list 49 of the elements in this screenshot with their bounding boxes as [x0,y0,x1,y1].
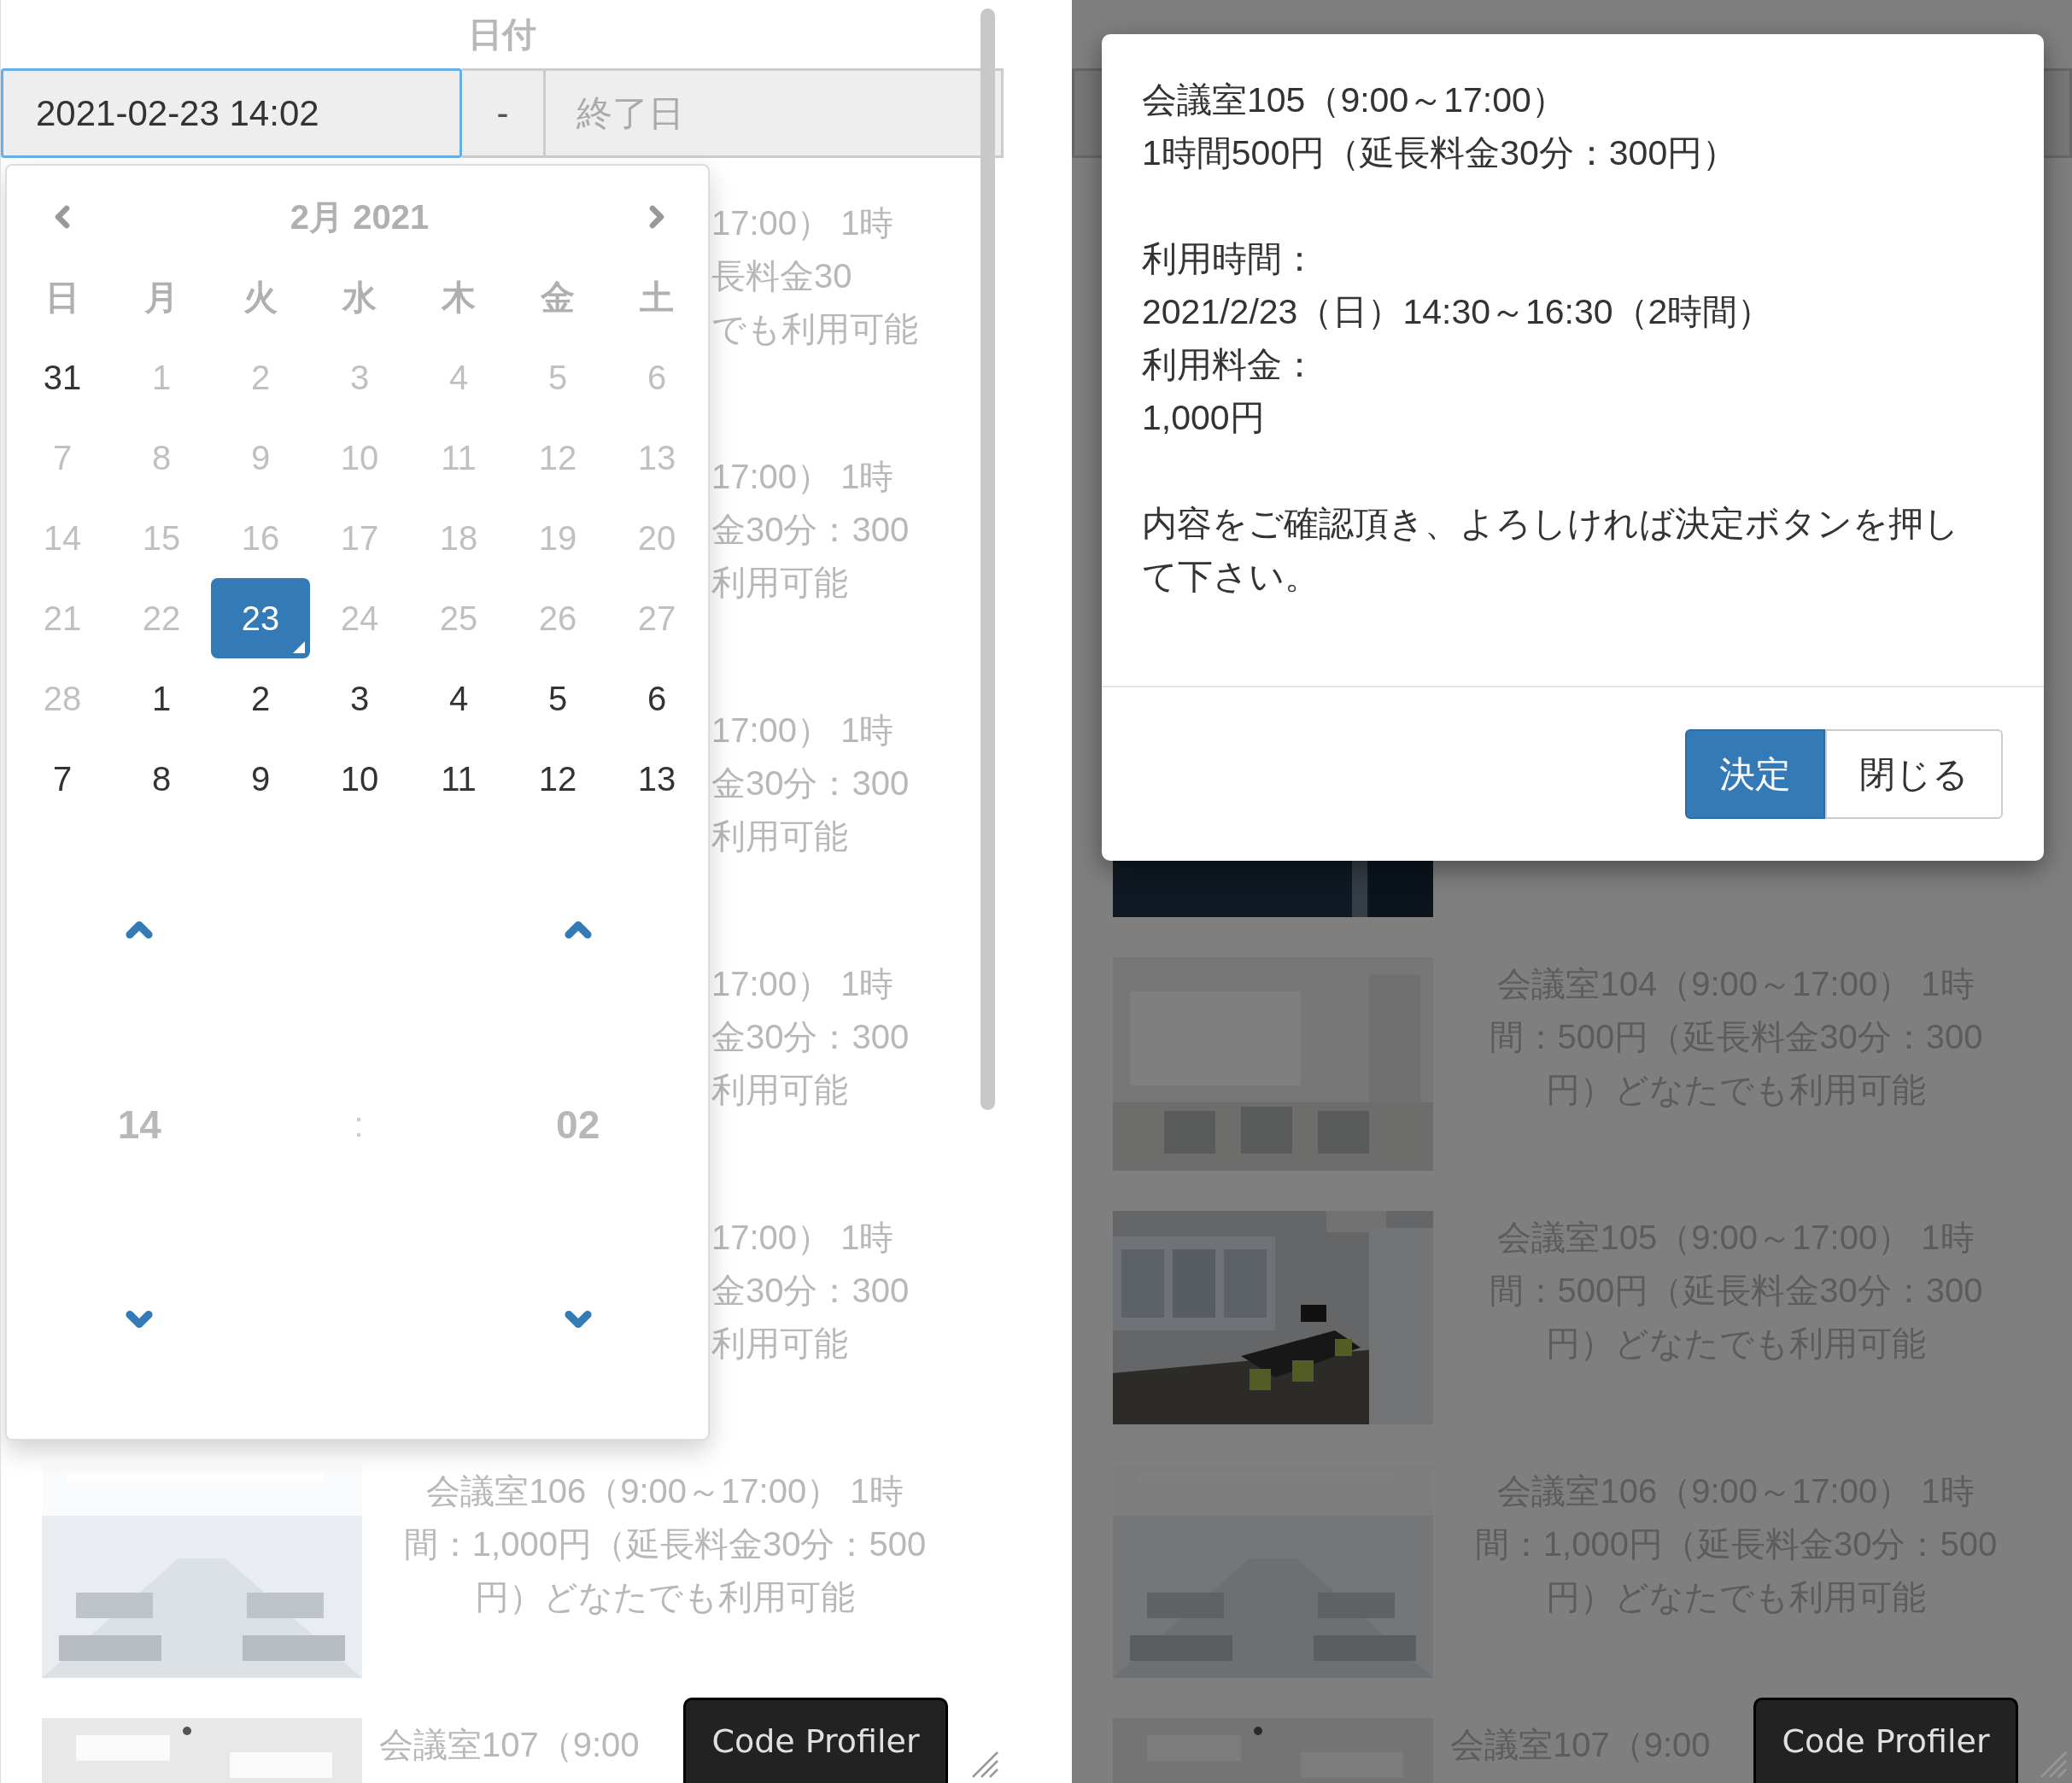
calendar-day[interactable]: 12 [508,739,607,819]
calendar-day[interactable]: 10 [310,739,409,819]
calendar-day[interactable]: 9 [211,739,310,819]
room-description: 会議室106（9:00～17:00） 1時 間：1,000円（延長料金30分：500 円）どなたでも利用可能 [402,1471,928,1617]
room-description: 17:00） 1時 金30分：300 利用可能 [711,1218,910,1364]
range-separator: - [462,68,543,158]
calendar-day[interactable]: 4 [409,658,508,739]
calendar-day[interactable]: 11 [409,739,508,819]
room-description: 17:00） 1時 金30分：300 利用可能 [711,457,910,603]
calendar-day[interactable]: 31 [13,337,112,418]
weekday-label: 月 [144,278,179,318]
code-profiler-tab[interactable]: Code Profiler [683,1698,948,1783]
calendar-day[interactable]: 1 [112,658,211,739]
calendar-day[interactable]: 23 [211,578,310,658]
room-description: 17:00） 1時 長料金30 でも利用可能 [711,203,918,349]
weekday-label: 土 [640,278,674,318]
weekday-label: 日 [45,278,79,318]
weekday-label: 木 [442,278,476,318]
weekday-label: 火 [243,278,278,318]
code-profiler-tab[interactable]: Code Profiler [1753,1698,2018,1783]
confirm-button[interactable]: 決定 [1685,729,1825,819]
dialog-text: 会議室105（9:00～17:00） [1142,79,1567,121]
hour-value[interactable]: 14 [117,1095,161,1155]
start-date-field[interactable]: 2021-02-23 14:02 [1,68,462,158]
month-title[interactable]: 2月 2021 [112,191,607,243]
dialog-text: 1時間500円（延長料金30分：300円） [1142,132,1739,174]
dialog-text: 1,000円 [1142,397,1266,439]
weekday-label: 水 [342,278,377,318]
dialog-text: 利用時間： [1142,238,1318,280]
time-separator: : [354,1105,364,1145]
room-description: 17:00） 1時 金30分：300 利用可能 [711,710,910,856]
weekday-label: 金 [541,278,575,318]
minute-value[interactable]: 02 [556,1095,600,1155]
calendar-day[interactable]: 8 [112,739,211,819]
calendar-day[interactable]: 6 [607,658,706,739]
calendar-day[interactable]: 13 [607,739,706,819]
calendar-day[interactable]: 5 [508,658,607,739]
dialog-text: 利用料金： [1142,344,1318,386]
dialog-text: 2021/2/23（日）14:30～16:30（2時間） [1142,291,1774,333]
calendar-day[interactable]: 2 [211,658,310,739]
field-label: 日付 [467,15,537,55]
close-button[interactable]: 閉じる [1825,729,2003,819]
scrollbar[interactable] [980,9,995,1110]
dialog-text: 内容をご確認頂き、よろしければ決定ボタンを押して下さい。 [1142,503,1960,598]
calendar-day[interactable]: 7 [13,739,112,819]
room-description: 会議室107（9:00 [379,1725,640,1765]
end-date-field[interactable]: 終了日 [543,68,1004,158]
calendar-day[interactable]: 3 [310,658,409,739]
room-description: 17:00） 1時 金30分：300 利用可能 [711,964,910,1110]
